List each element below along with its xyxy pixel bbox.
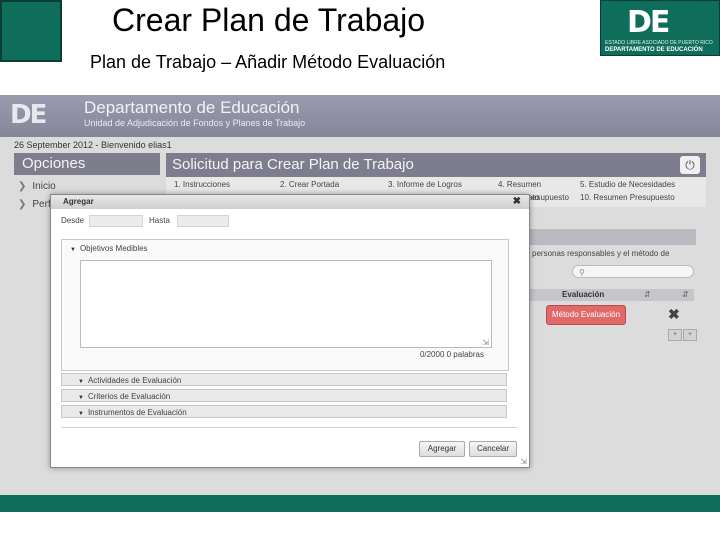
dialog-divider [61,427,517,428]
sidebar-item-inicio[interactable]: ❯ Inicio [18,181,56,192]
chevron-right-icon: ❯ [18,181,27,192]
step-link[interactable]: 3. Informe de Logros [388,180,462,189]
search-icon: ⚲ [579,268,585,277]
triangle-down-icon: ▼ [78,379,84,385]
app-screenshot: DE Departamento de Educación Unidad de A… [0,95,720,495]
slide-accent-square [0,0,62,62]
accordion-label: Actividades de Evaluación [87,376,182,385]
step-link[interactable]: esupuesto [532,193,569,202]
step-link[interactable]: 4. Resumen [498,180,541,189]
triangle-down-icon: ▼ [78,395,84,401]
close-icon[interactable]: ✖ [668,306,680,323]
accordion-label: Instrumentos de Evaluación [87,408,187,417]
table-column-header: Evaluación ⇵ ⇵ [530,289,694,301]
desde-label: Desde [61,216,85,225]
word-counter: 0/2000 0 palabras [419,350,484,359]
add-icon[interactable]: + [683,329,697,341]
step-link[interactable]: 5. Estudio de Necesidades [580,180,675,189]
agregar-button[interactable]: Agregar [419,441,465,457]
step-link[interactable]: 10. Resumen Presupuesto [580,193,675,202]
add-icon[interactable]: + [668,329,682,341]
metodo-evaluacion-button[interactable]: Método Evaluación [546,305,626,325]
dialog-header: Agregar ✖ [51,195,529,209]
accordion-actividades[interactable]: ▼ Actividades de Evaluación [61,373,507,386]
desde-input[interactable] [89,215,143,227]
sidebar-item-label: Inicio [32,181,56,192]
accordion-criterios[interactable]: ▼ Criterios de Evaluación [61,389,507,402]
objetivos-textarea[interactable]: ⇲ [80,260,492,348]
options-header: Opciones [14,153,160,175]
sort-icon[interactable]: ⇵ [682,289,689,301]
app-brand-bar: DE Departamento de Educación Unidad de A… [0,95,720,137]
accordion-label: Criterios de Evaluación [87,392,171,401]
objetivos-medibles-section: ▼ Objetivos Medibles ⇲ 0/2000 0 palabras [61,239,509,371]
request-panel-title: Solicitud para Crear Plan de Trabajo [172,156,414,173]
section-title: Objetivos Medibles [79,244,148,253]
close-icon[interactable]: ✖ [513,195,521,209]
cancelar-button[interactable]: Cancelar [469,441,517,457]
column-label: Evaluación [562,290,605,299]
app-logo: DE [10,100,47,130]
bottom-band [0,495,720,512]
power-icon[interactable]: ⏻ [680,156,700,174]
section-header[interactable]: ▼ Objetivos Medibles [70,244,148,253]
request-panel-header: Solicitud para Crear Plan de Trabajo ⏻ [166,153,706,177]
resize-handle-icon[interactable]: ⇲ [482,338,489,347]
search-input[interactable]: ⚲ [572,265,694,278]
dialog-title: Agregar [63,197,94,206]
app-brand-subtitle: Unidad de Adjudicación de Fondos y Plane… [84,118,306,128]
triangle-down-icon: ▼ [70,247,76,253]
chevron-right-icon: ❯ [18,199,27,210]
logo-line-2: DEPARTAMENTO DE EDUCACIÓN [605,47,703,53]
triangle-down-icon: ▼ [78,411,84,417]
hasta-input[interactable] [177,215,229,227]
logo-mark: DE [627,5,670,40]
slide-title: Crear Plan de Trabajo [112,2,426,38]
agregar-dialog: Agregar ✖ Desde Hasta ▼ Objetivos Medible… [50,194,530,468]
date-welcome: 26 September 2012 - Bienvenido elias1 [14,140,172,150]
step-link[interactable]: 1. Instrucciones [174,180,230,189]
department-logo: DE ESTADO LIBRE ASOCIADO DE PUERTO RICO … [600,0,720,56]
resize-handle-icon[interactable]: ⇲ [520,457,527,466]
hasta-label: Hasta [149,216,170,225]
sort-icon[interactable]: ⇵ [644,289,651,301]
app-brand-title: Departamento de Educación [84,98,300,117]
background-section-bar [530,229,696,245]
accordion-instrumentos[interactable]: ▼ Instrumentos de Evaluación [61,405,507,418]
background-description: personas responsables y el método de [532,249,670,258]
logo-line-1: ESTADO LIBRE ASOCIADO DE PUERTO RICO [605,40,713,46]
step-link[interactable]: 2. Crear Portada [280,180,339,189]
slide-subtitle: Plan de Trabajo – Añadir Método Evaluaci… [90,52,446,72]
